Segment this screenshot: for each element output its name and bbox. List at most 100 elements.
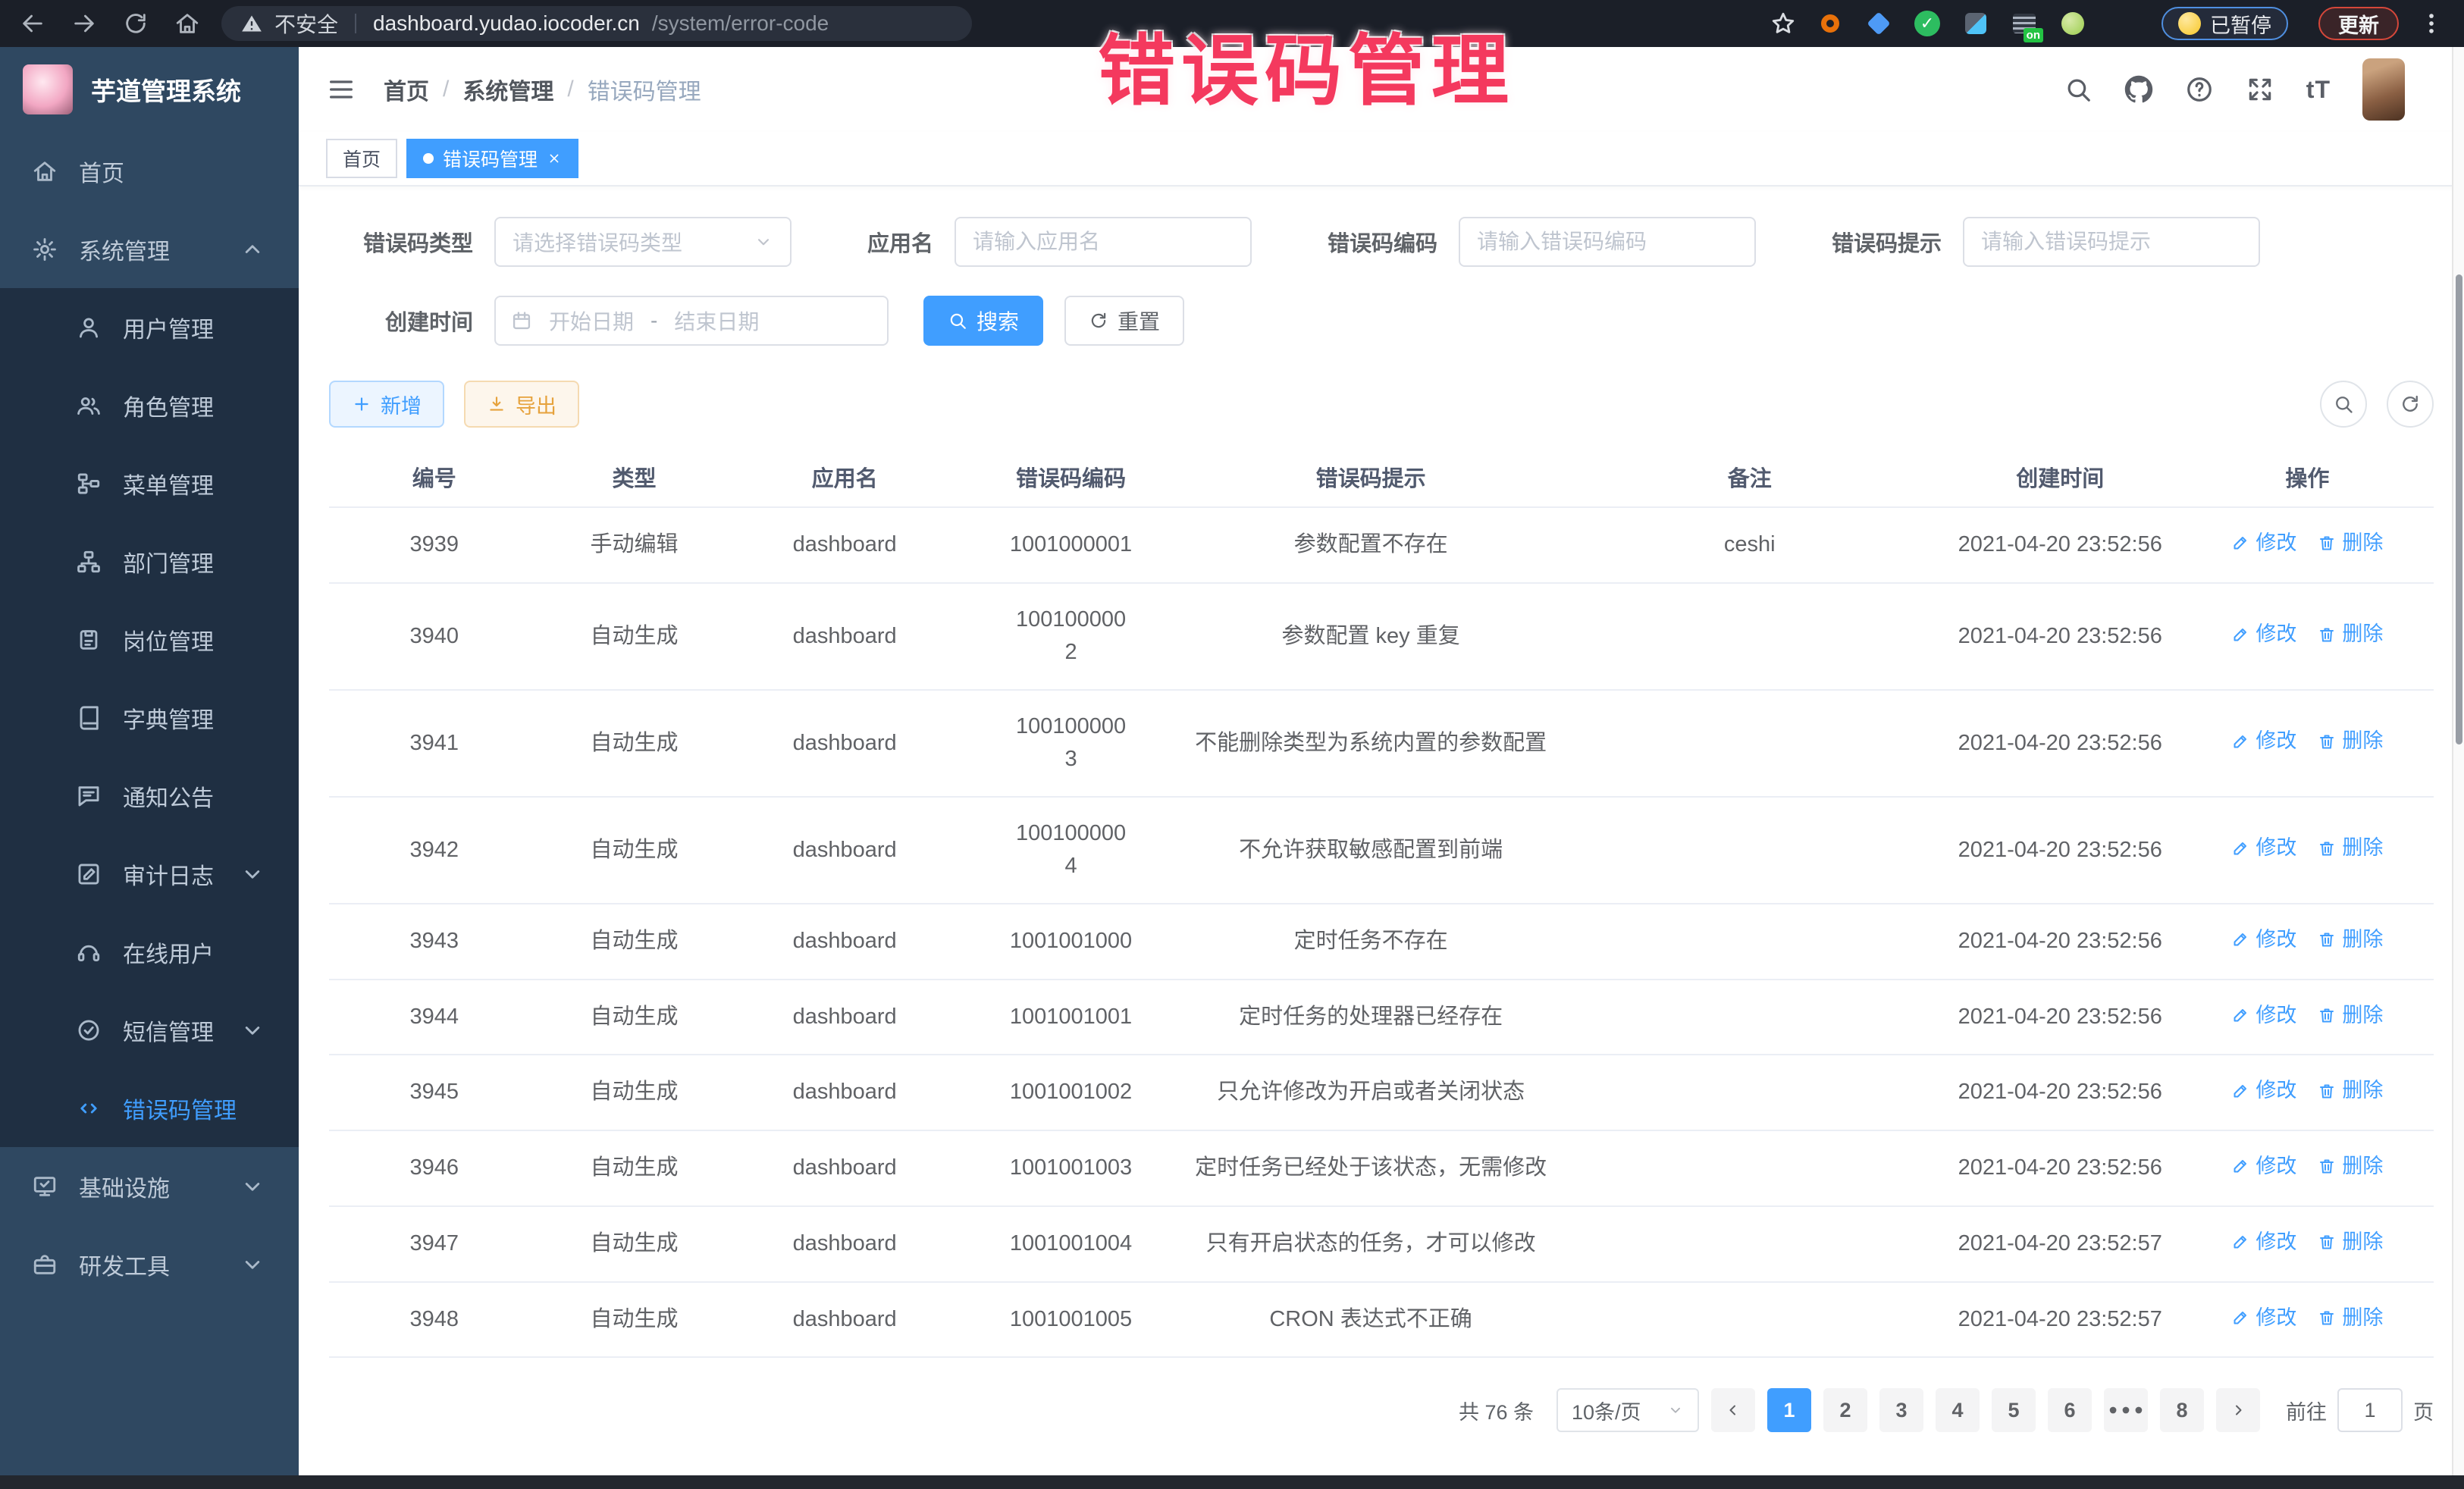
sidebar-item-user-management[interactable]: 用户管理 — [0, 288, 299, 366]
delete-link[interactable]: 删除 — [2318, 1151, 2383, 1182]
edit-link[interactable]: 修改 — [2231, 1075, 2296, 1106]
sidebar-item-label: 岗位管理 — [123, 623, 265, 657]
edit-link[interactable]: 修改 — [2231, 726, 2296, 757]
breadcrumb-item[interactable]: 首页 — [384, 73, 429, 106]
scrollbar-thumb[interactable] — [2456, 274, 2462, 744]
fontsize-icon[interactable]: tT — [2306, 76, 2331, 104]
delete-link[interactable]: 删除 — [2318, 1000, 2383, 1031]
pagination-page-6[interactable]: 6 — [2048, 1388, 2092, 1432]
sidebar-item-error-code-management[interactable]: 错误码管理 — [0, 1069, 299, 1147]
github-icon[interactable] — [2124, 75, 2153, 104]
edit-link[interactable]: 修改 — [2231, 832, 2296, 864]
date-range-picker[interactable]: 开始日期 - 结束日期 — [494, 296, 889, 346]
pagination-page-2[interactable]: 2 — [1823, 1388, 1867, 1432]
delete-link[interactable]: 删除 — [2318, 1302, 2383, 1334]
sidebar-item-infrastructure[interactable]: 基础设施 — [0, 1147, 299, 1225]
sidebar-item-sms-management[interactable]: 短信管理 — [0, 991, 299, 1069]
cell-remark — [1560, 1206, 1939, 1282]
toggle-search-button[interactable] — [2320, 381, 2367, 428]
edit-link[interactable]: 修改 — [2231, 1302, 2296, 1334]
cell-remark: ceshi — [1560, 507, 1939, 583]
extension-orange-ring-icon[interactable] — [1816, 9, 1845, 38]
app-name-input[interactable] — [955, 217, 1252, 267]
cell-type: 自动生成 — [540, 1130, 729, 1206]
sidebar-item-role-management[interactable]: 角色管理 — [0, 366, 299, 444]
sidebar-item-dept-management[interactable]: 部门管理 — [0, 522, 299, 600]
delete-link[interactable]: 删除 — [2318, 619, 2383, 650]
pagination-page-8[interactable]: 8 — [2160, 1388, 2204, 1432]
column-header: 错误码提示 — [1181, 447, 1560, 507]
pagination-page-4[interactable]: 4 — [1936, 1388, 1980, 1432]
edit-link[interactable]: 修改 — [2231, 1000, 2296, 1031]
extension-blue-gem-icon[interactable] — [1864, 9, 1893, 38]
browser-update-button[interactable]: 更新 — [2318, 7, 2399, 40]
extension-sprout-icon[interactable] — [2058, 9, 2087, 38]
sidebar-item-dev-tools[interactable]: 研发工具 — [0, 1225, 299, 1303]
pagination-prev-button[interactable] — [1711, 1388, 1755, 1432]
sidebar-item-notice[interactable]: 通知公告 — [0, 757, 299, 835]
edit-link[interactable]: 修改 — [2231, 924, 2296, 955]
sidebar-item-menu-management[interactable]: 菜单管理 — [0, 444, 299, 522]
sidebar-item-audit-log[interactable]: 审计日志 — [0, 835, 299, 913]
home-icon[interactable] — [174, 11, 200, 36]
extension-grid-icon[interactable] — [1961, 9, 1990, 38]
delete-link[interactable]: 删除 — [2318, 528, 2383, 559]
extension-green-check-icon[interactable]: ✓ — [1913, 9, 1942, 38]
help-icon[interactable] — [2185, 75, 2214, 104]
tab-home[interactable]: 首页 — [326, 139, 397, 178]
pagination-page-1[interactable]: 1 — [1767, 1388, 1811, 1432]
search-button[interactable]: 搜索 — [923, 296, 1043, 346]
hamburger-icon[interactable] — [326, 74, 356, 105]
pagination-next-button[interactable] — [2216, 1388, 2260, 1432]
browser-menu-icon[interactable] — [2419, 11, 2444, 36]
pagination-page-3[interactable]: 3 — [1879, 1388, 1923, 1432]
breadcrumb-item[interactable]: 系统管理 — [462, 73, 553, 106]
sidebar-item-home[interactable]: 首页 — [0, 132, 299, 210]
logo-row[interactable]: 芋道管理系统 — [0, 47, 299, 132]
error-message-input[interactable] — [1963, 217, 2260, 267]
edit-icon — [2231, 625, 2249, 644]
profile-paused-pill[interactable]: 已暂停 — [2161, 7, 2288, 40]
reset-button[interactable]: 重置 — [1064, 296, 1184, 346]
bookmark-star-icon[interactable] — [1770, 11, 1796, 36]
vertical-scrollbar[interactable] — [2452, 47, 2464, 1475]
export-button[interactable]: 导出 — [464, 381, 579, 428]
goto-page-input[interactable] — [2337, 1388, 2403, 1432]
fullscreen-icon[interactable] — [2246, 75, 2274, 104]
edit-link[interactable]: 修改 — [2231, 528, 2296, 559]
search-icon[interactable] — [2064, 75, 2093, 104]
breadcrumb-item[interactable]: 错误码管理 — [588, 73, 701, 106]
sidebar-item-online-users[interactable]: 在线用户 — [0, 913, 299, 991]
delete-link[interactable]: 删除 — [2318, 832, 2383, 864]
add-button[interactable]: 新增 — [329, 381, 444, 428]
delete-link[interactable]: 删除 — [2318, 1075, 2383, 1106]
delete-link[interactable]: 删除 — [2318, 924, 2383, 955]
edit-link[interactable]: 修改 — [2231, 1151, 2296, 1182]
back-icon[interactable] — [20, 11, 45, 36]
sidebar-item-dict-management[interactable]: 字典管理 — [0, 679, 299, 757]
edit-icon — [2231, 1006, 2249, 1024]
user-avatar[interactable] — [2362, 58, 2405, 121]
error-code-input[interactable] — [1459, 217, 1756, 267]
pagination-page-5[interactable]: 5 — [1992, 1388, 2036, 1432]
extension-puzzle-icon[interactable] — [2107, 9, 2136, 38]
error-code-type-select[interactable]: 请选择错误码类型 — [494, 217, 792, 267]
reload-icon[interactable] — [123, 11, 149, 36]
delete-link[interactable]: 删除 — [2318, 726, 2383, 757]
trash-icon — [2318, 930, 2336, 948]
sidebar-item-system-management[interactable]: 系统管理 — [0, 210, 299, 288]
extension-on-badge-icon[interactable]: on — [2010, 9, 2039, 38]
forward-icon[interactable] — [71, 11, 97, 36]
edit-link[interactable]: 修改 — [2231, 619, 2296, 650]
delete-link[interactable]: 删除 — [2318, 1227, 2383, 1258]
browser-right-cluster: ✓ on 已暂停 更新 — [1770, 7, 2444, 40]
close-icon[interactable] — [547, 151, 562, 166]
cell-actions: 修改删除 — [2181, 690, 2434, 797]
address-bar[interactable]: 不安全 dashboard.yudao.iocoder.cn/system/er… — [221, 6, 972, 41]
refresh-table-button[interactable] — [2387, 381, 2434, 428]
sidebar-item-post-management[interactable]: 岗位管理 — [0, 600, 299, 679]
tab-error-code[interactable]: 错误码管理 — [406, 139, 578, 178]
edit-link[interactable]: 修改 — [2231, 1227, 2296, 1258]
page-size-select[interactable]: 10条/页 — [1556, 1388, 1699, 1432]
pagination-more[interactable] — [2104, 1388, 2148, 1432]
